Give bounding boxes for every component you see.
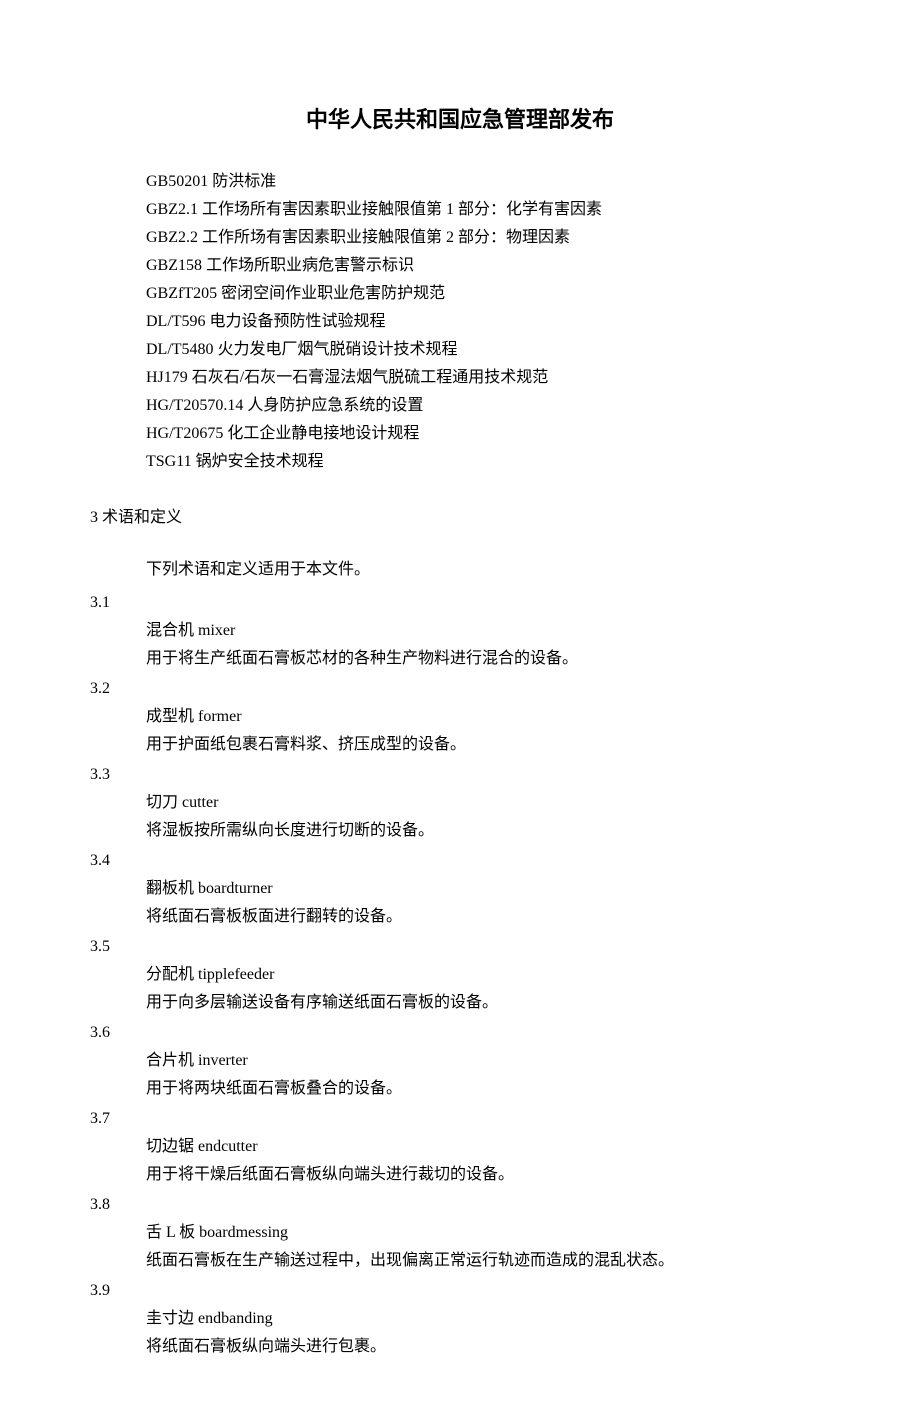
term-desc: 用于将两块纸面石膏板叠合的设备。 [90, 1075, 830, 1103]
term-number: 3.5 [90, 933, 830, 961]
document-title: 中华人民共和国应急管理部发布 [90, 100, 830, 140]
term-block: 3.5 分配机 tipplefeeder 用于向多层输送设备有序输送纸面石膏板的… [90, 933, 830, 1017]
term-desc: 将纸面石膏板纵向端头进行包裹。 [90, 1333, 830, 1361]
term-name: 混合机 mixer [90, 617, 830, 645]
standard-item: GBZ158 工作场所职业病危害警示标识 [146, 252, 830, 280]
term-name: 分配机 tipplefeeder [90, 961, 830, 989]
term-number: 3.7 [90, 1105, 830, 1133]
term-desc: 用于护面纸包裹石膏料浆、挤压成型的设备。 [90, 731, 830, 759]
term-block: 3.1 混合机 mixer 用于将生产纸面石膏板芯材的各种生产物料进行混合的设备… [90, 589, 830, 673]
term-name: 成型机 former [90, 703, 830, 731]
term-block: 3.7 切边锯 endcutter 用于将干燥后纸面石膏板纵向端头进行裁切的设备… [90, 1105, 830, 1189]
term-number: 3.4 [90, 847, 830, 875]
term-desc: 将纸面石膏板板面进行翻转的设备。 [90, 903, 830, 931]
section-3-heading: 3 术语和定义 [90, 504, 830, 533]
standard-item: TSG11 锅炉安全技术规程 [146, 448, 830, 476]
standard-item: GB50201 防洪标准 [146, 168, 830, 196]
term-name: 圭寸边 endbanding [90, 1305, 830, 1333]
term-name: 切边锯 endcutter [90, 1133, 830, 1161]
term-number: 3.8 [90, 1191, 830, 1219]
term-desc: 用于将生产纸面石膏板芯材的各种生产物料进行混合的设备。 [90, 645, 830, 673]
section-3-intro: 下列术语和定义适用于本文件。 [90, 556, 830, 585]
standard-item: GBZ2.1 工作场所有害因素职业接触限值第 1 部分：化学有害因素 [146, 196, 830, 224]
term-name: 翻板机 boardturner [90, 875, 830, 903]
standard-item: HG/T20675 化工企业静电接地设计规程 [146, 420, 830, 448]
standard-item: DL/T5480 火力发电厂烟气脱硝设计技术规程 [146, 336, 830, 364]
standard-item: HJ179 石灰石/石灰一石膏湿法烟气脱硫工程通用技术规范 [146, 364, 830, 392]
term-block: 3.6 合片机 inverter 用于将两块纸面石膏板叠合的设备。 [90, 1019, 830, 1103]
term-block: 3.9 圭寸边 endbanding 将纸面石膏板纵向端头进行包裹。 [90, 1277, 830, 1361]
term-desc: 用于将干燥后纸面石膏板纵向端头进行裁切的设备。 [90, 1161, 830, 1189]
standards-list: GB50201 防洪标准 GBZ2.1 工作场所有害因素职业接触限值第 1 部分… [90, 168, 830, 476]
term-block: 3.8 舌 L 板 boardmessing 纸面石膏板在生产输送过程中，出现偏… [90, 1191, 830, 1275]
standard-item: GBZ2.2 工作所场有害因素职业接触限值第 2 部分：物理因素 [146, 224, 830, 252]
term-desc: 将湿板按所需纵向长度进行切断的设备。 [90, 817, 830, 845]
term-block: 3.2 成型机 former 用于护面纸包裹石膏料浆、挤压成型的设备。 [90, 675, 830, 759]
term-number: 3.6 [90, 1019, 830, 1047]
term-number: 3.1 [90, 589, 830, 617]
term-block: 3.3 切刀 cutter 将湿板按所需纵向长度进行切断的设备。 [90, 761, 830, 845]
term-name: 合片机 inverter [90, 1047, 830, 1075]
standard-item: HG/T20570.14 人身防护应急系统的设置 [146, 392, 830, 420]
term-number: 3.2 [90, 675, 830, 703]
term-desc: 纸面石膏板在生产输送过程中，出现偏离正常运行轨迹而造成的混乱状态。 [90, 1247, 830, 1275]
standard-item: DL/T596 电力设备预防性试验规程 [146, 308, 830, 336]
term-name: 切刀 cutter [90, 789, 830, 817]
term-number: 3.3 [90, 761, 830, 789]
term-block: 3.4 翻板机 boardturner 将纸面石膏板板面进行翻转的设备。 [90, 847, 830, 931]
term-name: 舌 L 板 boardmessing [90, 1219, 830, 1247]
term-desc: 用于向多层输送设备有序输送纸面石膏板的设备。 [90, 989, 830, 1017]
standard-item: GBZfT205 密闭空间作业职业危害防护规范 [146, 280, 830, 308]
